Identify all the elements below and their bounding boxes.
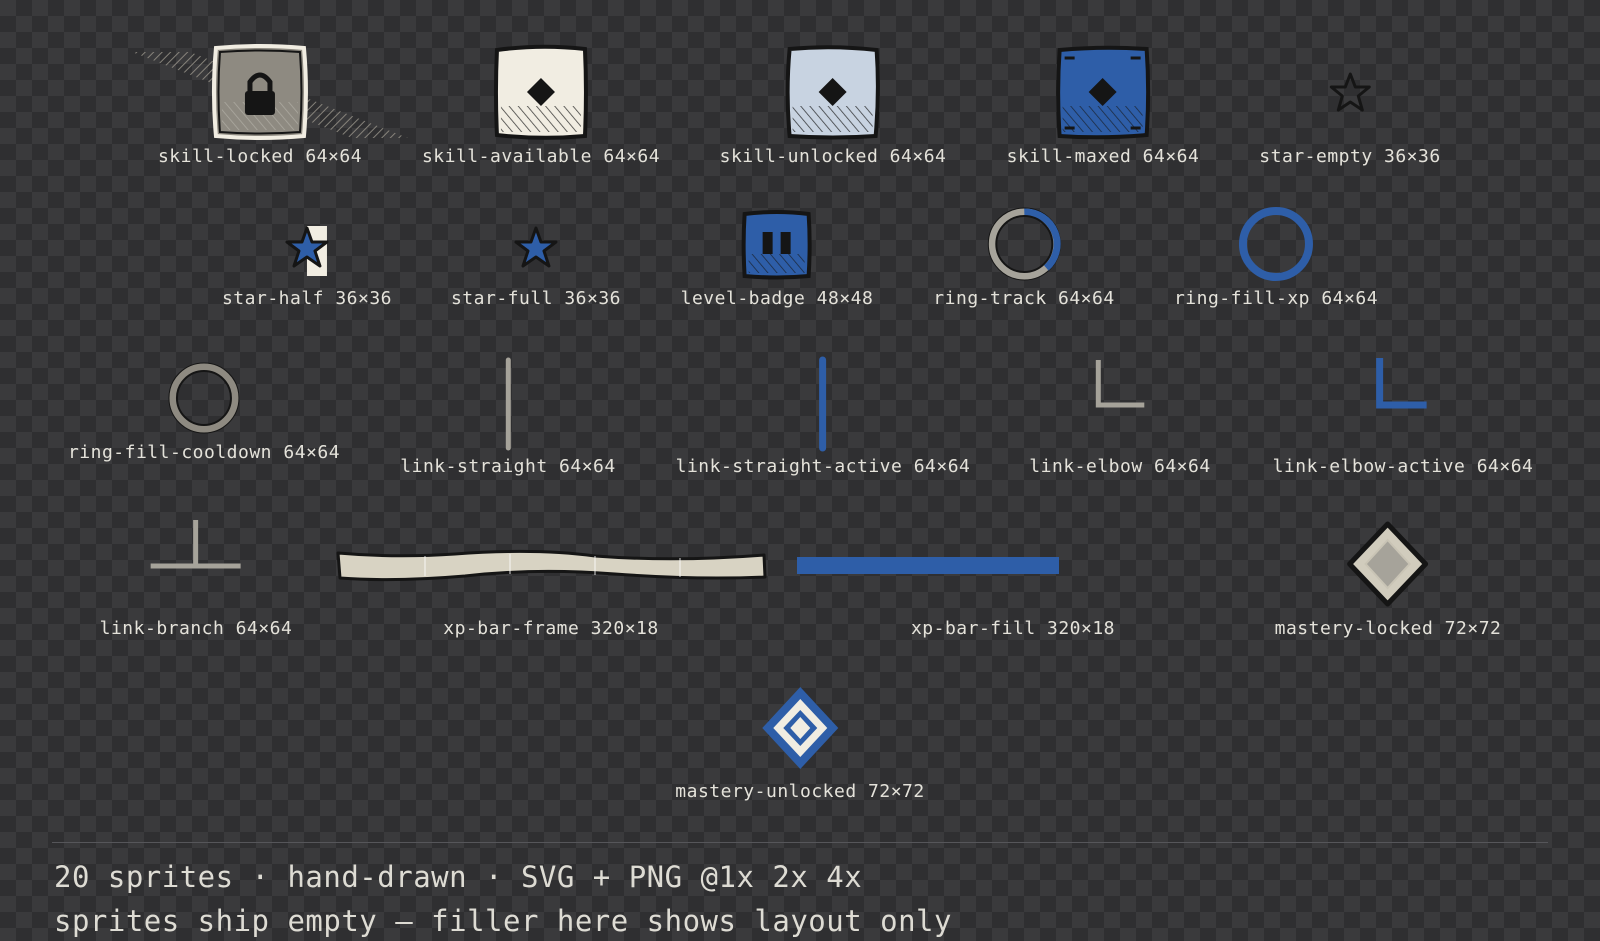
sprite-label: xp-bar-frame 320×18 — [443, 618, 659, 639]
sprite-label: star-empty 36×36 — [1259, 146, 1441, 167]
sprite-ring-track: ring-track 64×64 — [933, 206, 1114, 309]
sprite-label: mastery-unlocked 72×72 — [675, 781, 925, 802]
star-half-icon — [285, 226, 329, 276]
sprite-label: ring-fill-xp 64×64 — [1173, 288, 1379, 309]
diamond-icon — [1347, 521, 1429, 607]
padlock-icon — [131, 44, 408, 140]
footer-note: sprites ship empty — filler here shows l… — [54, 904, 952, 938]
sprite-label: xp-bar-fill 320×18 — [910, 618, 1116, 639]
diamond-icon — [493, 44, 588, 140]
footer-divider — [52, 842, 1548, 843]
sprite-label: link-branch 64×64 — [99, 618, 293, 639]
sprite-link-straight-active: link-straight-active 64×64 — [675, 356, 971, 477]
sprite-xp-bar-fill: xp-bar-fill 320×18 — [797, 520, 1229, 639]
ring-icon — [987, 207, 1061, 281]
bar-fill-icon — [797, 557, 1059, 574]
ring-icon — [168, 362, 240, 434]
star-outline-icon — [1329, 72, 1371, 112]
sprite-label: skill-available 64×64 — [421, 146, 661, 167]
sprite-link-branch: link-branch 64×64 — [100, 520, 293, 639]
diamond-icon — [786, 45, 881, 140]
sprite-link-straight: link-straight 64×64 — [400, 357, 616, 477]
sprite-label: skill-locked 64×64 — [157, 146, 363, 167]
sprite-level-badge: level-badge 48×48 — [681, 206, 874, 309]
sprite-label: link-elbow 64×64 — [1029, 456, 1211, 477]
line-icon — [505, 357, 511, 451]
sprite-star-empty: star-empty 36×36 — [1259, 44, 1440, 167]
sprite-skill-available: skill-available 64×64 — [422, 44, 660, 167]
sprite-label: ring-fill-cooldown 64×64 — [67, 442, 341, 463]
sprite-label: skill-unlocked 64×64 — [719, 146, 947, 167]
sprite-skill-locked: skill-locked 64×64 — [131, 44, 408, 167]
sprite-label: star-half 36×36 — [221, 288, 393, 309]
sprite-label: link-straight-active 64×64 — [675, 456, 971, 477]
sprite-label: level-badge 48×48 — [680, 288, 874, 309]
sprite-link-elbow: link-elbow 64×64 — [1029, 358, 1210, 477]
badge-icon — [741, 210, 812, 280]
sprite-label: skill-maxed 64×64 — [1006, 146, 1200, 167]
diamond-icon — [761, 687, 838, 769]
sprite-label: ring-track 64×64 — [933, 288, 1115, 309]
sprite-label: mastery-locked 72×72 — [1274, 618, 1502, 639]
sprite-ring-fill-xp: ring-fill-xp 64×64 — [1174, 206, 1378, 309]
sprite-label: link-elbow-active 64×64 — [1272, 456, 1534, 477]
sprite-star-half: star-half 36×36 — [222, 206, 392, 309]
ring-icon — [1238, 207, 1313, 281]
sprite-star-full: star-full 36×36 — [451, 206, 621, 309]
elbow-icon — [1095, 360, 1144, 408]
sprite-link-elbow-active: link-elbow-active 64×64 — [1273, 358, 1534, 477]
footer-summary: 20 sprites · hand-drawn · SVG + PNG @1x … — [54, 860, 863, 894]
sprite-ring-fill-cooldown: ring-fill-cooldown 64×64 — [68, 360, 340, 463]
elbow-icon — [1376, 358, 1427, 409]
sprite-xp-bar-frame: xp-bar-frame 320×18 — [335, 520, 767, 639]
diamond-icon — [1056, 45, 1151, 140]
sprite-mastery-locked: mastery-locked 72×72 — [1275, 520, 1502, 639]
line-icon — [819, 356, 827, 452]
sprite-skill-unlocked: skill-unlocked 64×64 — [720, 44, 947, 167]
sprite-label: link-straight 64×64 — [400, 456, 616, 477]
star-filled-icon — [514, 226, 558, 268]
sprite-mastery-unlocked: mastery-unlocked 72×72 — [675, 683, 924, 802]
bar-frame-icon — [336, 549, 767, 582]
sprite-label: star-full 36×36 — [450, 288, 622, 309]
sprite-skill-maxed: skill-maxed 64×64 — [1007, 44, 1200, 167]
branch-icon — [150, 520, 241, 569]
